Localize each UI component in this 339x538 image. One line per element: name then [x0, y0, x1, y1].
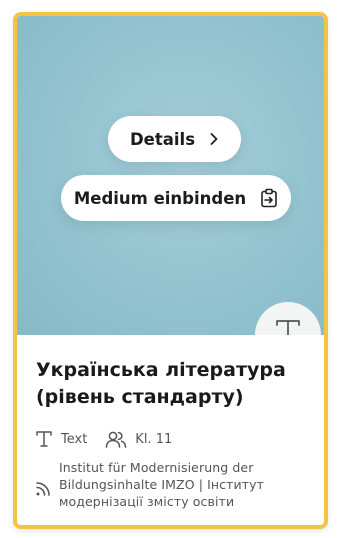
media-type-label: Text: [61, 431, 88, 447]
media-card[interactable]: Details Medium einbinden Українська літе…: [13, 12, 328, 529]
card-content: Українська література (рівень стандарту)…: [17, 335, 324, 525]
users-icon: [105, 430, 127, 448]
card-meta: Text Kl. 11: [35, 429, 172, 449]
text-type-icon: [35, 430, 53, 448]
details-button-label: Details: [129, 129, 196, 149]
card-title[interactable]: Українська література (рівень стандарту): [36, 357, 306, 411]
embed-media-button[interactable]: Medium einbinden: [61, 175, 291, 221]
embed-media-button-label: Medium einbinden: [73, 188, 247, 208]
publisher-label: Institut für Modernisierung der Bildungs…: [59, 460, 264, 509]
chevron-right-icon: [209, 132, 219, 146]
publisher-info: Institut für Modernisierung der Bildungs…: [35, 459, 305, 510]
rss-feed-icon: [35, 481, 51, 497]
grade-label: Kl. 11: [135, 431, 173, 447]
details-button[interactable]: Details: [108, 116, 241, 162]
media-preview[interactable]: Details Medium einbinden: [17, 16, 324, 335]
clipboard-icon: [260, 188, 278, 208]
